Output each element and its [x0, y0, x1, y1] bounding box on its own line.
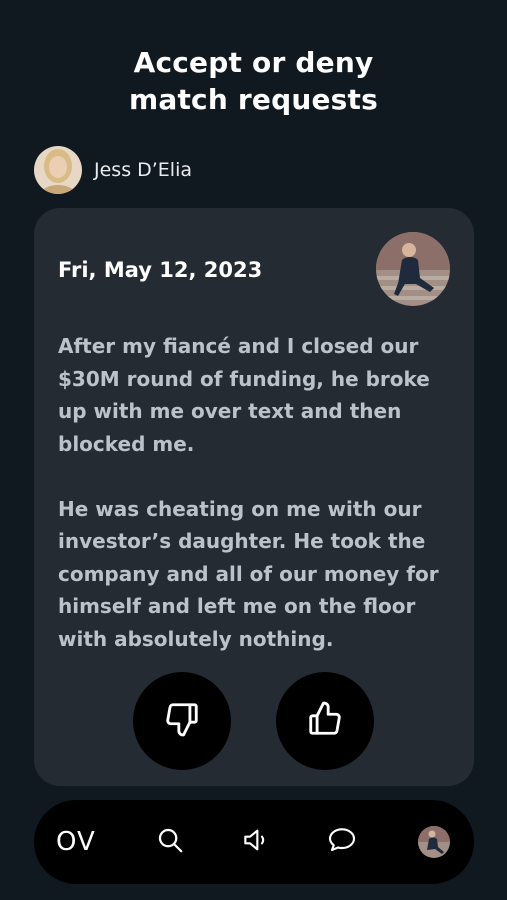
request-message: After my fiancé and I closed our $30M ro… — [58, 330, 454, 655]
match-request-card: Fri, May 12, 2023 After my fiancé and I … — [34, 208, 474, 786]
nav-home-logo[interactable]: OV — [56, 824, 96, 860]
search-icon — [155, 825, 185, 859]
sender-profile[interactable]: Jess D’Elia — [34, 146, 192, 194]
request-date: Fri, May 12, 2023 — [58, 258, 263, 282]
deny-button[interactable] — [133, 672, 231, 770]
page-title: Accept or deny match requests — [128, 46, 379, 116]
nav-audio[interactable] — [238, 824, 274, 860]
thumbs-up-icon — [306, 700, 344, 742]
sender-avatar[interactable] — [34, 146, 82, 194]
chat-bubble-icon — [326, 824, 358, 860]
sender-name: Jess D’Elia — [94, 159, 193, 181]
bottom-nav-bar: OV — [34, 800, 474, 884]
nav-profile-avatar[interactable] — [418, 826, 450, 858]
thumbs-down-icon — [163, 700, 201, 742]
speaker-icon — [240, 824, 272, 860]
nav-messages[interactable] — [324, 824, 360, 860]
message-paragraph: After my fiancé and I closed our $30M ro… — [58, 334, 430, 456]
nav-search[interactable] — [152, 824, 188, 860]
message-paragraph: He was cheating on me with our investor’… — [58, 496, 439, 651]
match-avatar[interactable] — [376, 232, 450, 306]
accept-button[interactable] — [276, 672, 374, 770]
